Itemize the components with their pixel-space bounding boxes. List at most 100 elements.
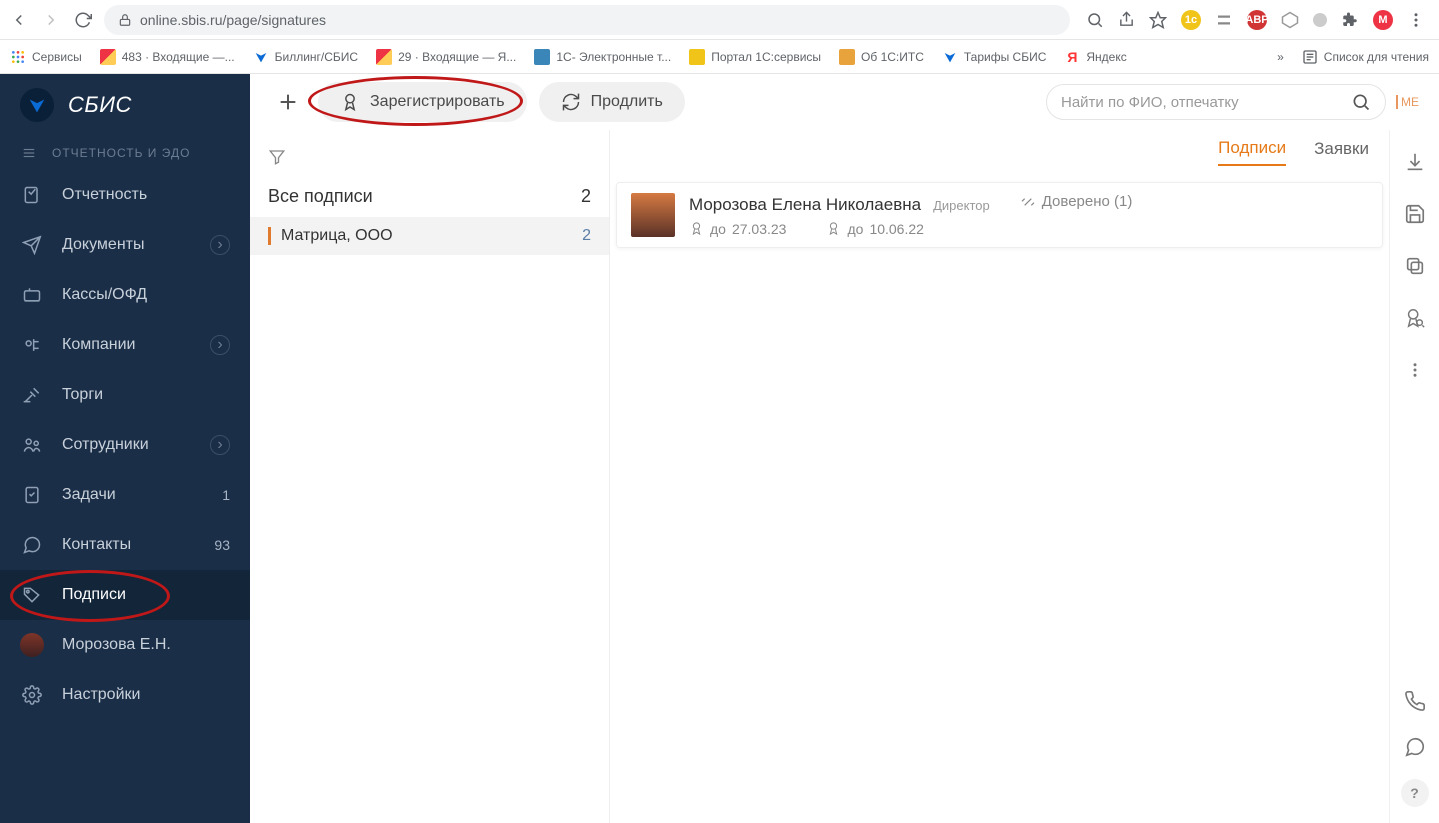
chat-icon[interactable] <box>1401 733 1429 761</box>
copy-icon[interactable] <box>1401 252 1429 280</box>
bookmark-apps[interactable]: Сервисы <box>10 49 82 65</box>
apps-icon <box>10 49 26 65</box>
app-icon <box>839 49 855 65</box>
sidebar: СБИС ОТЧЕТНОСТЬ И ЭДО Отчетность Докумен… <box>0 74 250 823</box>
reload-button[interactable] <box>72 9 94 31</box>
star-icon[interactable] <box>1149 11 1167 29</box>
sidebar-item-contacts[interactable]: Контакты 93 <box>0 520 250 570</box>
sidebar-item-documents[interactable]: Документы › <box>0 220 250 270</box>
mail-icon <box>100 49 116 65</box>
back-button[interactable] <box>8 9 30 31</box>
reading-list[interactable]: Список для чтения <box>1302 49 1429 65</box>
cert-search-icon[interactable] <box>1401 304 1429 332</box>
browser-actions: 1c ABP M <box>1080 10 1431 30</box>
chevron-right-icon: › <box>210 335 230 355</box>
list-column: Все подписи 2 Матрица, ООО 2 <box>250 130 610 823</box>
me-indicator[interactable]: МЕ <box>1396 95 1419 109</box>
list-item[interactable]: Матрица, ООО 2 <box>250 217 609 255</box>
more-icon[interactable] <box>1401 356 1429 384</box>
main-area: Зарегистрировать Продлить Найти по ФИО, … <box>250 74 1439 823</box>
send-icon <box>20 235 44 255</box>
sidebar-item-settings[interactable]: Настройки <box>0 670 250 720</box>
mail-icon <box>376 49 392 65</box>
bookmark-item-8[interactable]: ЯЯндекс <box>1064 49 1126 65</box>
sidebar-item-auctions[interactable]: Торги <box>0 370 250 420</box>
cert-1: до 27.03.23 <box>689 221 786 237</box>
ext-icon-3[interactable]: ABP <box>1247 10 1267 30</box>
bookmark-item-1[interactable]: 483 · Входящие —... <box>100 49 235 65</box>
badge-count: 1 <box>222 487 230 503</box>
list-heading[interactable]: Все подписи 2 <box>250 176 609 217</box>
bookmarks-overflow[interactable]: » <box>1277 50 1284 64</box>
register-button[interactable]: Зарегистрировать <box>318 82 527 122</box>
ext-icon-5[interactable] <box>1313 13 1327 27</box>
filter-button[interactable] <box>250 138 609 176</box>
forward-button[interactable] <box>40 9 62 31</box>
ext-icon-6[interactable]: M <box>1373 10 1393 30</box>
chevron-right-icon: › <box>210 235 230 255</box>
download-icon[interactable] <box>1401 148 1429 176</box>
sidebar-item-employees[interactable]: Сотрудники › <box>0 420 250 470</box>
ext-icon-1[interactable]: 1c <box>1181 10 1201 30</box>
extend-button[interactable]: Продлить <box>539 82 685 122</box>
sbis-icon <box>942 49 958 65</box>
save-icon[interactable] <box>1401 200 1429 228</box>
ribbon-icon <box>340 92 360 112</box>
sidebar-item-cash[interactable]: Кассы/ОФД <box>0 270 250 320</box>
gear-icon <box>20 685 44 705</box>
sidebar-item-user[interactable]: Морозова Е.Н. <box>0 620 250 670</box>
bookmark-item-6[interactable]: Об 1С:ИТС <box>839 49 924 65</box>
phone-icon[interactable] <box>1401 687 1429 715</box>
bookmark-label: Сервисы <box>32 50 82 64</box>
sidebar-section[interactable]: ОТЧЕТНОСТЬ И ЭДО <box>0 136 250 170</box>
url-text: online.sbis.ru/page/signatures <box>140 12 326 28</box>
add-button[interactable] <box>270 84 306 120</box>
zoom-icon[interactable] <box>1086 11 1104 29</box>
tag-icon <box>20 585 44 605</box>
badge-count: 93 <box>214 537 230 553</box>
sidebar-item-reports[interactable]: Отчетность <box>0 170 250 220</box>
bookmark-item-2[interactable]: Биллинг/СБИС <box>253 49 358 65</box>
sidebar-item-signatures[interactable]: Подписи <box>0 570 250 620</box>
extensions-icon[interactable] <box>1341 11 1359 29</box>
bookmark-item-3[interactable]: 29 · Входящие — Я... <box>376 49 516 65</box>
bookmark-item-7[interactable]: Тарифы СБИС <box>942 49 1047 65</box>
share-icon[interactable] <box>1118 11 1135 28</box>
bookmarks-bar: Сервисы 483 · Входящие —... Биллинг/СБИС… <box>0 40 1439 74</box>
people-icon <box>20 435 44 455</box>
avatar-icon <box>20 633 44 657</box>
active-marker <box>268 227 271 245</box>
list-item-count: 2 <box>582 227 591 245</box>
topbar: Зарегистрировать Продлить Найти по ФИО, … <box>250 74 1439 130</box>
search-placeholder: Найти по ФИО, отпечатку <box>1061 94 1239 111</box>
ext-icon-2[interactable] <box>1215 11 1233 29</box>
trust-indicator[interactable]: Доверено (1) <box>1020 193 1133 210</box>
menu-icon <box>20 146 38 160</box>
sidebar-item-companies[interactable]: Компании › <box>0 320 250 370</box>
url-bar[interactable]: online.sbis.ru/page/signatures <box>104 5 1070 35</box>
tab-signatures[interactable]: Подписи <box>1218 138 1286 166</box>
avatar <box>631 193 675 237</box>
brand-icon <box>20 88 54 122</box>
yandex-icon: Я <box>1064 49 1080 65</box>
signature-card[interactable]: Морозова Елена Николаевна Директор Довер… <box>616 182 1383 248</box>
search-input[interactable]: Найти по ФИО, отпечатку <box>1046 84 1386 120</box>
ext-icon-4[interactable] <box>1281 11 1299 29</box>
app-icon <box>689 49 705 65</box>
app-icon <box>534 49 550 65</box>
bookmark-item-4[interactable]: 1С- Электронные т... <box>534 49 671 65</box>
bookmark-item-5[interactable]: Портал 1С:сервисы <box>689 49 821 65</box>
chevron-right-icon: › <box>210 435 230 455</box>
sidebar-item-tasks[interactable]: Задачи 1 <box>0 470 250 520</box>
detail-column: Подписи Заявки Морозова Елена Николаевна… <box>610 130 1439 823</box>
tab-requests[interactable]: Заявки <box>1314 139 1369 165</box>
help-button[interactable]: ? <box>1401 779 1429 807</box>
menu-icon[interactable] <box>1407 11 1425 29</box>
brand-row[interactable]: СБИС <box>0 74 250 136</box>
company-icon <box>20 335 44 355</box>
tasks-icon <box>20 485 44 505</box>
browser-toolbar: online.sbis.ru/page/signatures 1c ABP M <box>0 0 1439 40</box>
person-role: Директор <box>933 198 990 213</box>
cert-2: до 10.06.22 <box>826 221 923 237</box>
brand-text: СБИС <box>68 92 132 118</box>
